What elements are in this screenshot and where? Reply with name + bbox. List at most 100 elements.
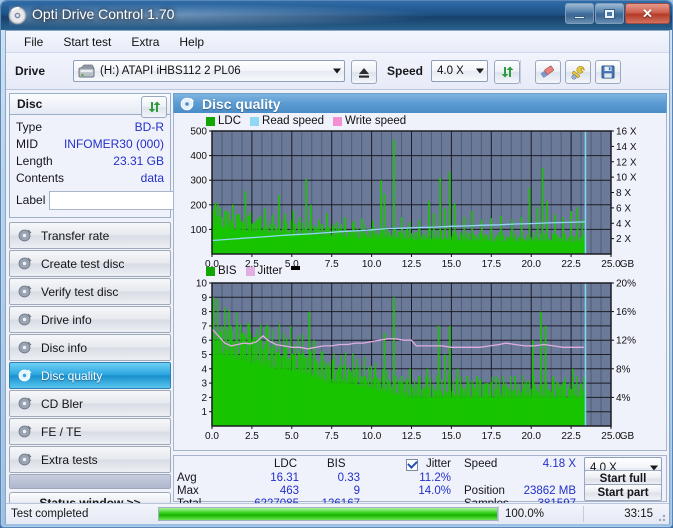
refresh-arrows-icon — [148, 101, 160, 113]
disc-quality-title: Disc quality — [202, 95, 281, 112]
menu-bar: File Start test Extra Help — [6, 31, 669, 53]
legend-bis: BIS — [206, 265, 237, 277]
sidebar-item-create-test-disc[interactable]: Create test disc — [9, 250, 171, 277]
disc-label-row: Label — [16, 188, 256, 212]
svg-text:4 X: 4 X — [616, 219, 631, 230]
tools-button[interactable] — [565, 60, 591, 84]
drive-icon — [78, 64, 95, 77]
svg-text:8%: 8% — [616, 364, 631, 375]
erase-button[interactable] — [535, 60, 561, 84]
resize-grip-icon[interactable] — [655, 511, 667, 523]
progress-bar — [158, 507, 498, 521]
svg-text:17.5: 17.5 — [482, 259, 502, 270]
wrench-icon — [571, 65, 585, 80]
maximize-button[interactable] — [595, 3, 624, 24]
svg-text:9: 9 — [201, 293, 207, 304]
eraser-icon — [540, 65, 554, 78]
stats-jitter-label: Jitter — [426, 458, 451, 470]
menu-file[interactable]: File — [14, 32, 53, 52]
close-button[interactable]: ✕ — [625, 3, 670, 24]
svg-text:7.5: 7.5 — [325, 259, 339, 270]
menu-start-test[interactable]: Start test — [53, 32, 121, 52]
svg-text:25.0: 25.0 — [601, 259, 621, 270]
sidebar-item-cd-bler[interactable]: CD Bler — [9, 390, 171, 417]
bis-jitter-chart[interactable]: 1 2 3 4 5 6 7 8 9 10 4% 8% 12% 16% 20% 0.0 2.5 5.0 7.5 10.0… — [174, 279, 666, 449]
sidebar-label-cd-bler: CD Bler — [41, 396, 84, 411]
svg-text:20%: 20% — [616, 279, 636, 290]
drive-select[interactable]: (H:) ATAPI iHBS112 2 PL06 — [73, 60, 345, 82]
stats-col-ldc: LDC — [274, 458, 298, 470]
save-button[interactable] — [595, 60, 621, 84]
jitter-checkbox[interactable] — [406, 459, 418, 471]
nav-list: Transfer rate Create test disc Verify te… — [9, 222, 171, 513]
svg-text:200: 200 — [190, 200, 207, 211]
progress-bar-fill — [159, 508, 497, 520]
stats-col-bis: BIS — [327, 458, 346, 470]
restore-icon — [604, 8, 615, 19]
legend-swatch-read-speed — [250, 116, 260, 126]
speed-label: Speed — [387, 64, 424, 78]
svg-text:500: 500 — [190, 127, 207, 138]
svg-text:8 X: 8 X — [616, 188, 631, 199]
eject-button[interactable] — [351, 60, 377, 84]
svg-text:12.5: 12.5 — [402, 431, 422, 442]
disc-icon — [8, 6, 27, 25]
minimize-button[interactable] — [565, 3, 594, 24]
disc-key-mid: MID — [16, 136, 38, 151]
start-part-button[interactable]: Start part — [584, 484, 662, 501]
svg-text:5.0: 5.0 — [285, 431, 299, 442]
stats-speed-label: Speed — [464, 458, 498, 470]
refresh-button[interactable] — [494, 60, 520, 84]
menu-help[interactable]: Help — [169, 32, 214, 52]
svg-text:16%: 16% — [616, 307, 636, 318]
svg-text:15.0: 15.0 — [442, 431, 462, 442]
sidebar-item-disc-info[interactable]: Disc info — [9, 334, 171, 361]
menu-extra[interactable]: Extra — [121, 32, 169, 52]
disc-test-icon — [18, 285, 32, 298]
disc-row-length: Length 23.31 GB — [16, 152, 164, 169]
legend-marker-black — [291, 265, 301, 270]
ldc-chart[interactable]: 100 200 300 400 500 2 X 4 X 6 X 8 X 10 X 12 X 14 X 1… — [174, 127, 666, 277]
disc-row-type: Type BD-R — [16, 118, 164, 135]
sidebar-label-verify-test-disc: Verify test disc — [41, 284, 119, 299]
sidebar-item-transfer-rate[interactable]: Transfer rate — [9, 222, 171, 249]
disc-test-icon — [18, 453, 32, 466]
legend-label-ldc: LDC — [218, 115, 242, 127]
sidebar-item-disc-quality[interactable]: Disc quality — [9, 362, 171, 389]
window-title: Opti Drive Control 1.70 — [32, 6, 175, 22]
sidebar-item-fe-te[interactable]: FE / TE — [9, 418, 171, 445]
svg-text:5: 5 — [201, 350, 207, 361]
legend-read-speed: Read speed — [250, 115, 324, 127]
svg-text:7.5: 7.5 — [325, 431, 339, 442]
disc-value-mid: INFOMER30 (000) — [63, 136, 164, 151]
disc-info-box: Type BD-R MID INFOMER30 (000) Length 23.… — [9, 115, 256, 218]
app-window: Opti Drive Control 1.70 ✕ File Start tes… — [0, 0, 673, 528]
disc-panel-header: Disc — [9, 93, 171, 118]
chart-top-legend: LDC Read speed Write speed — [206, 115, 411, 127]
disc-test-icon — [18, 341, 32, 354]
disc-quality-icon — [180, 97, 194, 110]
stats-jitter-max: 14.0% — [418, 485, 451, 497]
legend-swatch-write-speed — [333, 116, 343, 126]
disc-refresh-button[interactable] — [141, 96, 167, 118]
disc-panel-title: Disc — [17, 97, 43, 111]
svg-text:10.0: 10.0 — [362, 259, 382, 270]
svg-text:GB: GB — [620, 259, 635, 270]
sidebar-item-extra-tests[interactable]: Extra tests — [9, 446, 171, 473]
sidebar-label-drive-info: Drive info — [41, 312, 92, 327]
sidebar-item-drive-info[interactable]: Drive info — [9, 306, 171, 333]
disc-value-length: 23.31 GB — [113, 153, 164, 168]
disc-key-length: Length — [16, 153, 53, 168]
floppy-save-icon — [601, 65, 615, 79]
speed-select[interactable]: 4.0 X — [431, 60, 488, 82]
svg-text:14 X: 14 X — [616, 142, 637, 153]
sidebar-item-verify-test-disc[interactable]: Verify test disc — [9, 278, 171, 305]
svg-text:6: 6 — [201, 336, 207, 347]
legend-label-bis: BIS — [218, 265, 237, 277]
stats-bis-max: 9 — [353, 485, 360, 497]
chevron-down-icon — [476, 68, 484, 74]
disc-test-icon — [18, 425, 32, 438]
legend-jitter: Jitter — [245, 265, 282, 277]
stats-bis-avg: 0.33 — [337, 472, 360, 484]
disc-test-icon — [18, 229, 32, 242]
